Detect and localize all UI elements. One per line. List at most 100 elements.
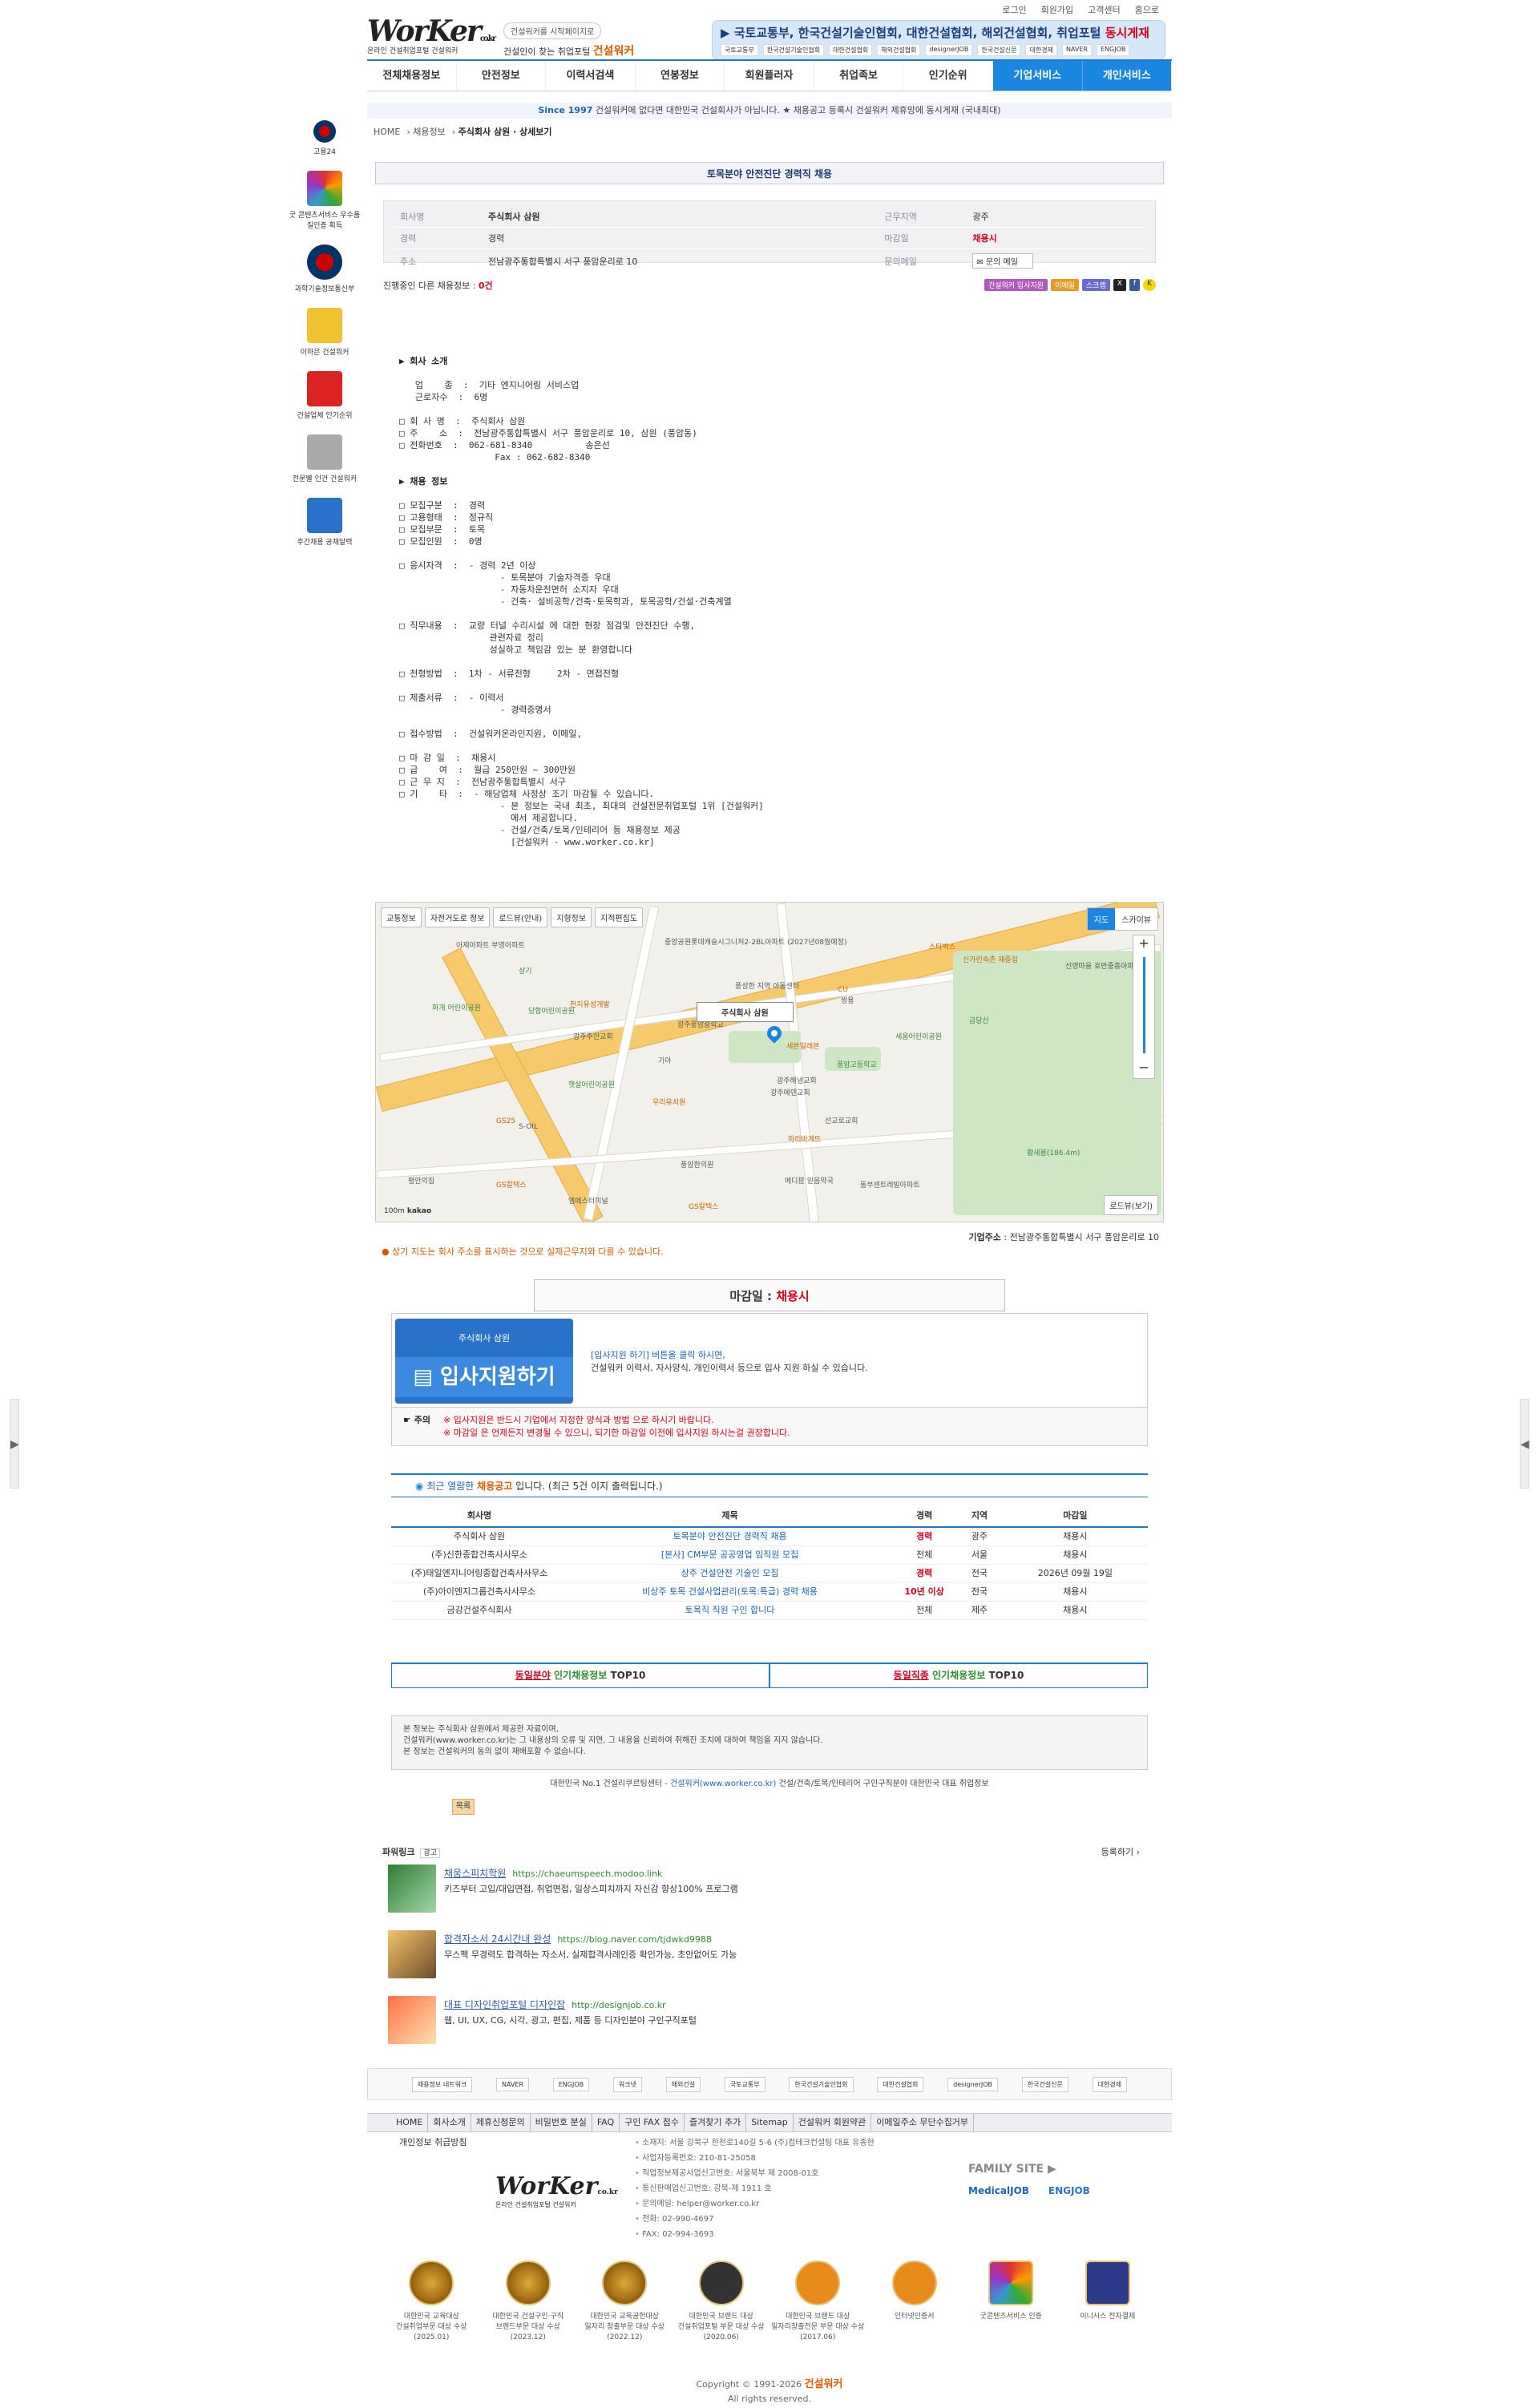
- email-share-button[interactable]: 이메일: [1051, 279, 1079, 291]
- nav-item[interactable]: 안전정보: [457, 61, 547, 91]
- footer-menu-item[interactable]: FAQ: [592, 2114, 620, 2131]
- footer-menu-item[interactable]: Sitemap: [746, 2114, 794, 2131]
- support-link[interactable]: 고객센터: [1086, 3, 1121, 16]
- map-tab-roadview[interactable]: 로드뷰(안내): [493, 907, 548, 927]
- family-engjob[interactable]: ENGJOB: [1048, 2185, 1090, 2196]
- popular-same-field[interactable]: 동일분야 인기채용정보 TOP10: [392, 1664, 770, 1687]
- map-zoom-control[interactable]: + −: [1133, 935, 1155, 1079]
- signup-link[interactable]: 회원가입: [1040, 3, 1075, 16]
- footer-menu-item[interactable]: HOME: [391, 2114, 429, 2131]
- inquiry-mail-button[interactable]: ✉ 문의 메일: [972, 253, 1033, 269]
- left-expand-handle[interactable]: ▶: [10, 1399, 19, 1489]
- footer-menu-item[interactable]: 이메일주소 무단수집거부: [871, 2114, 975, 2131]
- left-bar-item[interactable]: 주간채용 공채달력: [289, 498, 361, 547]
- award-item: 대한민국 교육공헌대상 일자리 창출부문 대상 수상 (2022.12): [576, 2261, 673, 2343]
- ongoing-jobs[interactable]: 진행중인 다른 채용정보 : 0건: [383, 279, 493, 292]
- popular-same-job[interactable]: 동일직종 인기채용정보 TOP10: [770, 1664, 1147, 1687]
- left-bar-item[interactable]: 고용24: [289, 120, 361, 156]
- nav-item[interactable]: 개인서비스: [1082, 61, 1173, 91]
- footer-partner-logo[interactable]: ENGJOB: [552, 2077, 590, 2091]
- partner-logo[interactable]: 한국건설신문: [977, 44, 1021, 56]
- partner-logo[interactable]: 대한경제: [1025, 44, 1057, 56]
- ad-title-link[interactable]: 합격자소서 24시간내 완성: [444, 1933, 551, 1945]
- ad-title-link[interactable]: 대표 디자인취업포털 디자인잡: [444, 1999, 565, 2010]
- footer-partner-logo[interactable]: 대한경제: [1092, 2076, 1128, 2092]
- list-button[interactable]: 목록: [452, 1799, 475, 1815]
- powerlink-item[interactable]: 채움스피치학원 https://chaeumspeech.modoo.link 키즈…: [388, 1865, 1109, 1914]
- apply-shortcut-button[interactable]: 건설워커 입사지원: [984, 279, 1048, 291]
- ad-title-link[interactable]: 채움스피치학원: [444, 1868, 506, 1879]
- apply-button[interactable]: 주식회사 삼원 ▤ 입사지원하기: [395, 1319, 573, 1404]
- powerlink-item[interactable]: 합격자소서 24시간내 완성 https://blog.naver.com/tjd…: [388, 1930, 1109, 1980]
- roadview-button[interactable]: 로드뷰(보기): [1104, 1195, 1158, 1215]
- breadcrumb-jobs[interactable]: 채용정보: [413, 127, 445, 137]
- partner-logo[interactable]: 대한건설협회: [829, 44, 873, 56]
- home-link[interactable]: 홈으로: [1133, 3, 1161, 16]
- footer-partner-logo[interactable]: NAVER: [495, 2077, 530, 2091]
- kakao-share-icon[interactable]: K: [1143, 279, 1156, 291]
- nav-item[interactable]: 취업족보: [814, 61, 904, 91]
- footer-partner-logo[interactable]: 대한건설협회: [877, 2076, 924, 2092]
- job-title-link[interactable]: 비상주 토목 건설사업관리(토목:특급) 경력 채용: [568, 1582, 893, 1602]
- footer-partner-logo[interactable]: designerJOB: [947, 2077, 999, 2091]
- footer-menu-item[interactable]: 건설워커 회원약관: [794, 2114, 872, 2131]
- map-tab-bicycle[interactable]: 자전거도로 정보: [424, 907, 491, 927]
- nav-item[interactable]: 회원플러자: [725, 61, 814, 91]
- x-share-icon[interactable]: X: [1113, 279, 1126, 291]
- footer-partner-logo[interactable]: 해외건설: [665, 2076, 701, 2092]
- zoom-in-icon[interactable]: +: [1133, 935, 1154, 951]
- nav-item[interactable]: 전체채용정보: [367, 61, 457, 91]
- footer-partner-logo[interactable]: 국토교통부: [724, 2076, 765, 2092]
- partner-logo[interactable]: 해외건설협회: [877, 44, 921, 56]
- footer-menu-item[interactable]: 비밀번호 분실: [531, 2114, 592, 2131]
- partner-logo[interactable]: NAVER: [1061, 44, 1092, 56]
- privacy-policy-link[interactable]: 개인정보 취급방침: [399, 2135, 467, 2148]
- left-bar-item[interactable]: 과학기술정보통신부: [289, 244, 361, 293]
- right-expand-handle[interactable]: ◀: [1520, 1399, 1529, 1489]
- footer-menu-item[interactable]: 구인 FAX 접수: [620, 2114, 685, 2131]
- partner-logo[interactable]: 한국건설기술인협회: [762, 44, 825, 56]
- job-title-link[interactable]: 토목직 직원 구인 합니다: [568, 1601, 893, 1620]
- footer-partner-logo[interactable]: 한국건설기술인협회: [789, 2076, 854, 2092]
- facebook-share-icon[interactable]: f: [1129, 279, 1141, 291]
- register-ad-link[interactable]: 등록하기 ›: [1101, 1845, 1140, 1858]
- footer-partner-logo[interactable]: 한국건설신문: [1021, 2076, 1068, 2092]
- zoom-out-icon[interactable]: −: [1133, 1060, 1154, 1075]
- map-mode-skyview[interactable]: 스카이뷰: [1115, 908, 1157, 930]
- footer-menu-item[interactable]: 회사소개: [428, 2114, 471, 2131]
- footer-menu-item[interactable]: 제휴신청문의: [471, 2114, 531, 2131]
- footer-partner-logo[interactable]: 워크넷: [612, 2076, 642, 2092]
- nav-item[interactable]: 기업서비스: [992, 61, 1083, 91]
- nav-item[interactable]: 연봉정보: [636, 61, 725, 91]
- footer-partner-logo[interactable]: 채용정보 네트워크: [411, 2076, 473, 2092]
- partner-logo[interactable]: ENGJOB: [1096, 44, 1130, 56]
- login-link[interactable]: 로그인: [1000, 3, 1028, 16]
- left-bar-item[interactable]: 굿 콘텐츠서비스 우수품질인증 획득: [289, 171, 361, 230]
- map-tab-terrain[interactable]: 지형정보: [551, 907, 592, 927]
- powerlink-item[interactable]: 대표 디자인취업포털 디자인잡 http://designjob.co.kr 웹, …: [388, 1996, 1109, 2046]
- location-value: 광주: [966, 206, 1145, 228]
- map-tab-cadastral[interactable]: 지적편집도: [595, 907, 644, 927]
- nav-item[interactable]: 이력서검색: [546, 61, 636, 91]
- left-bar-item[interactable]: 이하은 건설워커: [289, 308, 361, 357]
- zoom-slider[interactable]: [1142, 957, 1145, 1053]
- partner-logo[interactable]: 국토교통부: [721, 44, 758, 56]
- site-logo[interactable]: WorKerco.kr 온라인 건설취업포털 건설워커: [367, 14, 496, 61]
- left-bar-item[interactable]: 건설업체 인기순위: [289, 371, 361, 420]
- partner-logo[interactable]: designerJOB: [925, 44, 973, 56]
- set-homepage-button[interactable]: 건설워커를 시작페이지로: [503, 22, 602, 39]
- scrap-button[interactable]: 스크랩: [1081, 279, 1110, 291]
- foottag-b[interactable]: 건설워커(www.worker.co.kr): [670, 1780, 776, 1788]
- family-medicaljob[interactable]: MedicalJOB: [968, 2185, 1029, 2196]
- footer-menu-item[interactable]: 즐겨찾기 추가: [685, 2114, 747, 2131]
- location-map[interactable]: 중앙공원롯데캐슬시그니처2-2BL아파트 (2027년08월예정) 스타벅스 신가린…: [375, 902, 1164, 1222]
- left-bar-item[interactable]: 전문별 인건 건설워커: [289, 434, 361, 483]
- breadcrumb-home[interactable]: HOME: [374, 127, 400, 137]
- job-title-link[interactable]: 상주 건설안전 기술인 모집: [568, 1564, 893, 1583]
- job-title-link[interactable]: 토목분야 안전진단 경력직 채용: [568, 1527, 893, 1546]
- nav-item[interactable]: 인기순위: [903, 61, 993, 91]
- map-mode-map[interactable]: 지도: [1087, 908, 1116, 930]
- map-tab-traffic[interactable]: 교통정보: [381, 907, 422, 927]
- job-title-link[interactable]: [본사] CM부문 공공영업 임직원 모집: [568, 1545, 893, 1565]
- partners-banner[interactable]: ▶ 국토교통부, 한국건설기술인협회, 대한건설협회, 해외건설협회, 취업포털…: [712, 20, 1165, 60]
